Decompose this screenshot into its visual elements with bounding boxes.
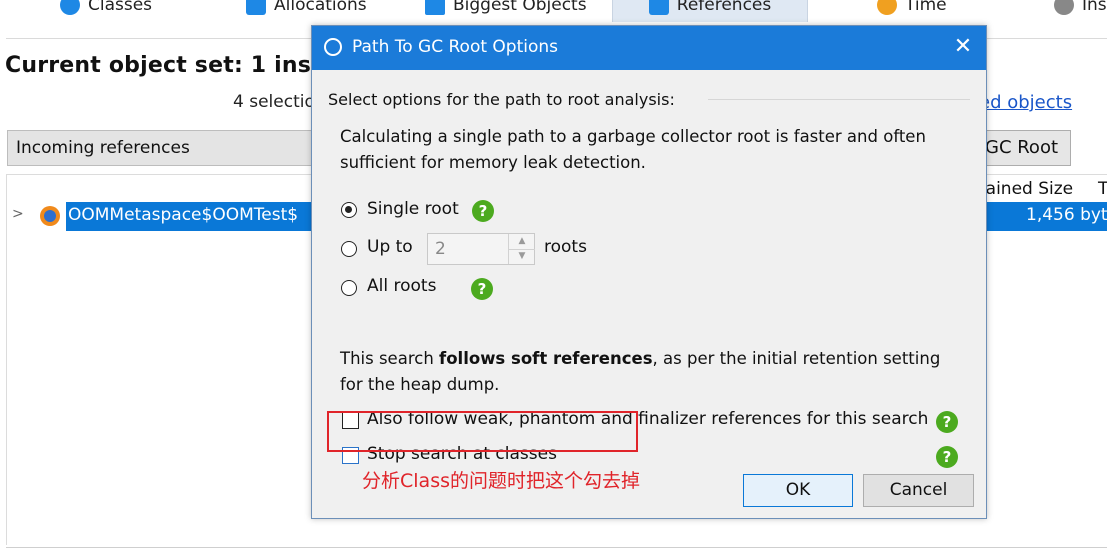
dialog-title: Path To GC Root Options (352, 37, 559, 57)
references-icon (648, 0, 669, 15)
stepper-down-icon[interactable]: ▼ (508, 249, 535, 264)
help-icon[interactable]: ? (472, 200, 494, 222)
close-icon[interactable]: ✕ (950, 34, 976, 60)
tab-label: Allocations (274, 0, 367, 15)
all-roots-radio[interactable] (341, 280, 357, 296)
clock-icon (877, 0, 897, 15)
help-icon[interactable]: ? (936, 446, 958, 468)
all-roots-label[interactable]: All roots (367, 276, 436, 296)
soft-references-text: This search follows soft references, as … (340, 346, 940, 372)
path-to-gc-root-dialog: Path To GC Root Options ✕ Select options… (311, 25, 987, 519)
show-paths-to-gc-root-button[interactable]: GC Root (978, 130, 1071, 166)
help-icon[interactable]: ? (471, 278, 493, 300)
cancel-button[interactable]: Cancel (863, 474, 974, 507)
single-root-label[interactable]: Single root (367, 199, 459, 219)
allocations-icon (246, 0, 266, 15)
tab-classes[interactable]: Classes (60, 0, 152, 22)
gear-icon (1054, 0, 1074, 15)
class-instance-icon (40, 206, 60, 226)
tab-references[interactable]: References (612, 0, 808, 22)
up-to-label[interactable]: Up to (367, 237, 413, 257)
speedometer-icon (324, 38, 342, 56)
help-icon[interactable]: ? (936, 411, 958, 433)
group-label: Select options for the path to root anal… (328, 90, 685, 109)
dialog-body: Select options for the path to root anal… (312, 70, 986, 518)
soft-suffix: , as per the initial retention setting (652, 349, 941, 368)
stepper-up-icon[interactable]: ▲ (508, 234, 535, 250)
intro-line-2: sufficient for memory leak detection. (340, 153, 646, 172)
group-separator (708, 99, 970, 100)
tab-allocations[interactable]: Allocations (246, 0, 367, 22)
biggest-objects-icon (425, 0, 445, 15)
column-header-extra[interactable]: T (1098, 179, 1107, 199)
soft-bold: follows soft references (439, 349, 653, 368)
annotation-highlight-box (327, 411, 638, 452)
soft-prefix: This search (340, 349, 440, 368)
intro-line-1: Calculating a single path to a garbage c… (340, 127, 926, 146)
column-header-retained-size[interactable]: tained Size (979, 179, 1073, 199)
selected-objects-link[interactable]: ed objects (979, 92, 1072, 113)
single-root-radio[interactable] (341, 202, 357, 218)
tab-label: Biggest Objects (453, 0, 587, 15)
annotation-note: 分析Class的问题时把这个勾去掉 (362, 470, 640, 492)
tab-label: References (676, 0, 772, 15)
row-object-name: OOMMetaspace$OOMTest$ (68, 205, 299, 225)
tab-label: Ins (1082, 0, 1107, 15)
dialog-title-bar[interactable]: Path To GC Root Options ✕ (312, 26, 986, 70)
tab-time[interactable]: Time (877, 0, 947, 22)
class-c-icon (60, 0, 80, 15)
selection-subtext: 4 selectio (233, 92, 315, 112)
divider (6, 547, 1107, 548)
soft-references-text-2: for the heap dump. (340, 375, 500, 394)
page-title: Current object set: 1 insta (5, 53, 337, 78)
chevron-right-icon[interactable]: > (12, 206, 24, 222)
tab-label: Time (905, 0, 947, 15)
tab-label: Classes (88, 0, 153, 15)
tab-bar: Classes Allocations Biggest Objects Refe… (0, 0, 1107, 22)
up-to-radio[interactable] (341, 241, 357, 257)
references-mode-dropdown[interactable]: Incoming references (7, 130, 317, 166)
roots-count-stepper[interactable]: 2 ▲ ▼ (427, 233, 535, 265)
roots-label: roots (544, 237, 587, 257)
row-retained-size: 1,456 byt (1026, 205, 1107, 225)
tab-inspections[interactable]: Ins (1054, 0, 1107, 22)
ok-button[interactable]: OK (743, 474, 853, 507)
tab-biggest-objects[interactable]: Biggest Objects (425, 0, 587, 22)
roots-count-value: 2 (435, 239, 446, 259)
